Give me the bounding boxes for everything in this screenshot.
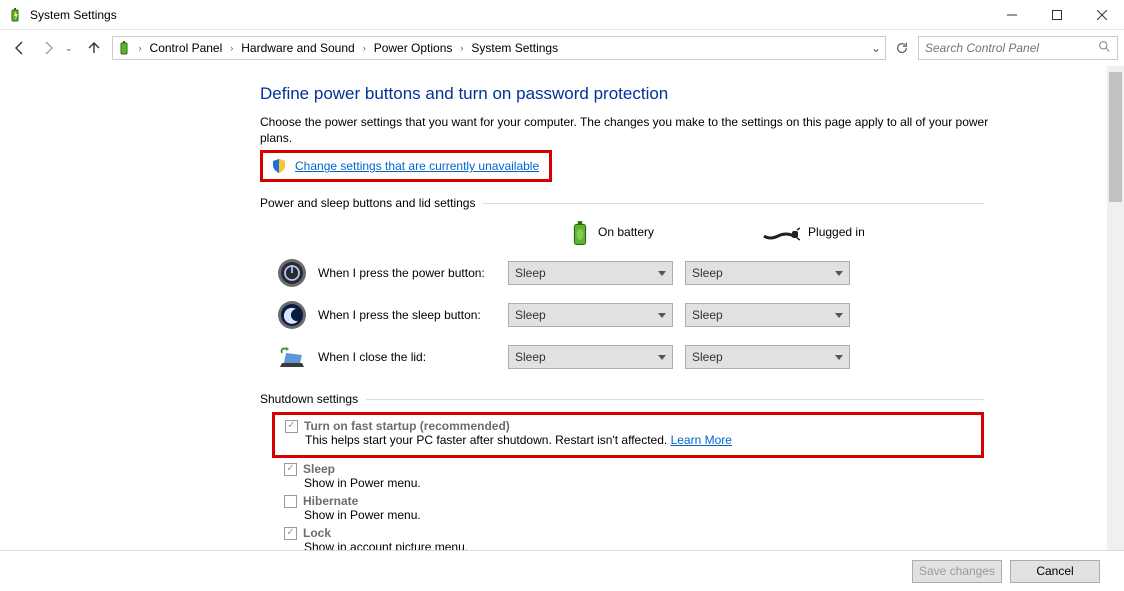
learn-more-link[interactable]: Learn More [671,433,732,447]
change-unavailable-link[interactable]: Change settings that are currently unava… [295,159,539,173]
checkbox-lock[interactable] [284,527,297,540]
back-button[interactable] [8,36,32,60]
chevron-right-icon: › [226,43,237,53]
select-lid-plugged[interactable]: Sleep [685,345,850,369]
breadcrumb-item[interactable]: Hardware and Sound [239,41,356,55]
opt-label-lock: Lock [303,526,331,540]
titlebar: System Settings [0,0,1124,30]
search-box[interactable] [918,36,1118,60]
shield-icon [271,158,287,174]
group-label-shutdown: Shutdown settings [260,392,1124,406]
chevron-down-icon[interactable]: ⌄ [871,41,881,55]
cancel-button[interactable]: Cancel [1010,560,1100,583]
checkbox-fast-startup[interactable] [285,420,298,433]
opt-label-sleep: Sleep [303,462,335,476]
row-label: When I press the power button: [318,266,508,280]
chevron-right-icon: › [359,43,370,53]
select-power-plugged[interactable]: Sleep [685,261,850,285]
row-label: When I close the lid: [318,350,508,364]
row-power-button: When I press the power button: Sleep Sle… [260,252,1124,294]
minimize-button[interactable] [989,0,1034,30]
window-title: System Settings [30,8,989,22]
sleep-button-icon [276,299,308,331]
close-button[interactable] [1079,0,1124,30]
select-lid-battery[interactable]: Sleep [508,345,673,369]
search-icon [1098,40,1111,56]
checkbox-hibernate[interactable] [284,495,297,508]
scrollbar-thumb[interactable] [1109,72,1122,202]
footer: Save changes Cancel [0,551,1124,591]
checkbox-sleep[interactable] [284,463,297,476]
battery-app-icon [117,40,133,56]
chevron-right-icon: › [135,43,146,53]
refresh-button[interactable] [890,36,914,60]
maximize-button[interactable] [1034,0,1079,30]
row-lid: When I close the lid: Sleep Sleep [260,336,1124,378]
battery-icon [570,220,590,244]
forward-button[interactable] [36,36,60,60]
page-subtext: Choose the power settings that you want … [260,114,990,146]
power-button-icon [276,257,308,289]
content-area: Define power buttons and turn on passwor… [0,66,1124,550]
history-dropdown[interactable]: ⌄ [65,43,73,54]
group-label-power-sleep: Power and sleep buttons and lid settings [260,196,1124,210]
chevron-right-icon: › [456,43,467,53]
breadcrumb-item[interactable]: Power Options [372,41,455,55]
scrollbar[interactable] [1107,66,1124,550]
address-bar[interactable]: › Control Panel › Hardware and Sound › P… [112,36,886,60]
breadcrumb-item[interactable]: System Settings [469,41,560,55]
opt-desc-lock: Show in account picture menu. [284,540,974,550]
plug-icon [762,222,800,242]
opt-desc-hib: Show in Power menu. [284,508,974,522]
page-heading: Define power buttons and turn on passwor… [260,84,1124,104]
laptop-lid-icon [276,341,308,373]
opt-label-hib: Hibernate [303,494,358,508]
opt-desc-sleep: Show in Power menu. [284,476,974,490]
search-input[interactable] [925,41,1098,55]
save-button[interactable]: Save changes [912,560,1002,583]
row-sleep-button: When I press the sleep button: Sleep Sle… [260,294,1124,336]
up-button[interactable] [82,36,106,60]
column-headers: On battery Plugged in [260,220,1124,244]
navbar: ⌄ › Control Panel › Hardware and Sound ›… [0,30,1124,66]
opt-desc-fast: This helps start your PC faster after sh… [285,433,971,447]
row-label: When I press the sleep button: [318,308,508,322]
window-controls [989,0,1124,30]
select-sleep-plugged[interactable]: Sleep [685,303,850,327]
select-sleep-battery[interactable]: Sleep [508,303,673,327]
breadcrumb-item[interactable]: Control Panel [148,41,225,55]
col-header-battery: On battery [598,225,654,239]
fast-startup-highlight: Turn on fast startup (recommended) This … [272,412,984,458]
battery-app-icon [8,7,24,23]
select-power-battery[interactable]: Sleep [508,261,673,285]
col-header-plugged: Plugged in [808,225,865,239]
admin-link-highlight: Change settings that are currently unava… [260,150,552,182]
opt-label-fast: Turn on fast startup (recommended) [304,419,510,433]
